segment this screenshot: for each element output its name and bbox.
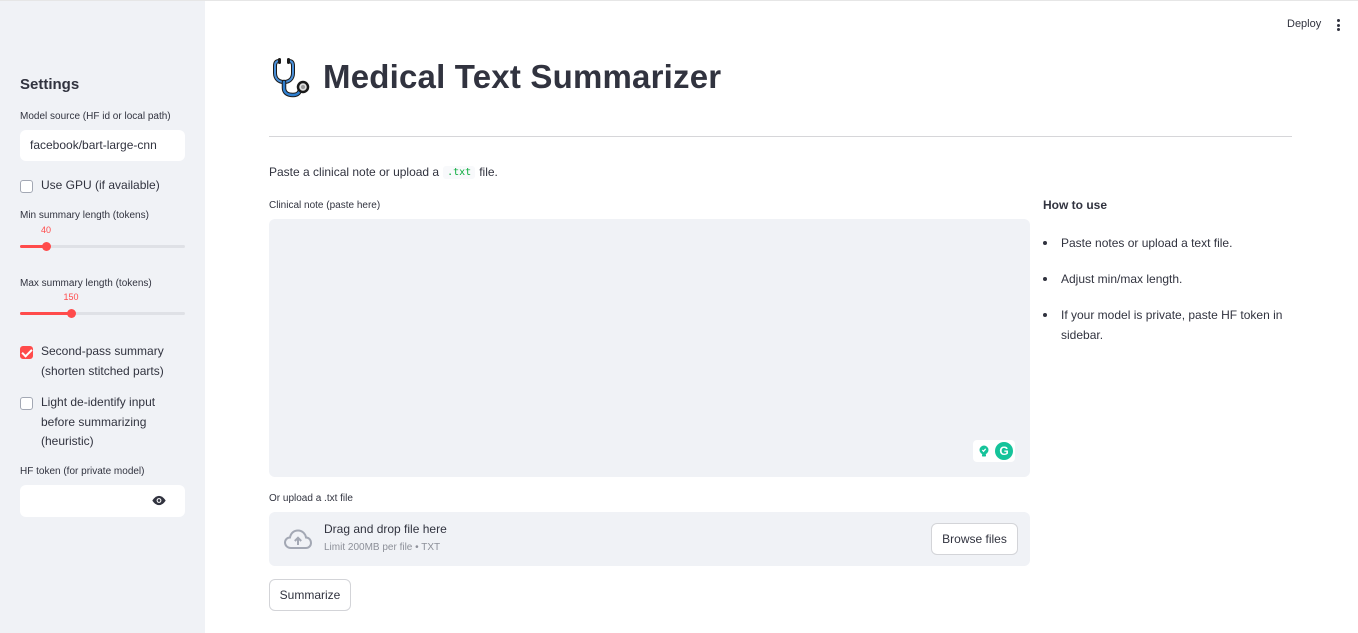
min-length-value: 40 — [40, 225, 52, 235]
file-dropzone[interactable]: Drag and drop file here Limit 200MB per … — [269, 512, 1030, 566]
max-length-thumb[interactable] — [67, 309, 76, 318]
grammarly-widget[interactable]: G — [973, 440, 1015, 462]
upload-label: Or upload a .txt file — [269, 493, 353, 504]
max-length-value: 150 — [63, 292, 79, 302]
grammarly-icon[interactable]: G — [995, 442, 1013, 460]
stethoscope-icon — [273, 58, 310, 98]
eye-icon[interactable] — [151, 495, 167, 506]
hf-token-label: HF token (for private model) — [20, 466, 145, 477]
summarize-button[interactable]: Summarize — [269, 579, 351, 611]
lightbulb-icon[interactable] — [975, 442, 993, 460]
clinical-note-textarea[interactable] — [269, 219, 1030, 477]
intro-code: .txt — [443, 165, 476, 179]
intro-text: Paste a clinical note or upload a .txt f… — [269, 165, 498, 179]
divider — [269, 136, 1292, 137]
deidentify-checkbox-box[interactable] — [20, 397, 33, 410]
browse-files-button[interactable]: Browse files — [931, 523, 1018, 555]
page-title: Medical Text Summarizer — [323, 58, 722, 95]
clinical-note-label: Clinical note (paste here) — [269, 200, 381, 211]
how-to-use-list: Paste notes or upload a text file. Adjus… — [1043, 233, 1293, 361]
deidentify-checkbox[interactable]: Light de-identify input before summarizi… — [20, 395, 165, 452]
list-item: Paste notes or upload a text file. — [1043, 233, 1293, 253]
max-length-label: Max summary length (tokens) — [20, 278, 152, 289]
sidebar-title: Settings — [20, 76, 80, 93]
min-length-thumb[interactable] — [42, 242, 51, 251]
more-vert-icon[interactable] — [1337, 19, 1343, 33]
use-gpu-checkbox-box[interactable] — [20, 180, 33, 193]
min-length-label: Min summary length (tokens) — [20, 210, 149, 221]
use-gpu-checkbox[interactable]: Use GPU (if available) — [20, 178, 190, 196]
model-source-label: Model source (HF id or local path) — [20, 111, 171, 122]
second-pass-label: Second-pass summary (shorten stitched pa… — [41, 344, 164, 378]
max-length-fill — [20, 312, 71, 315]
deploy-button[interactable]: Deploy — [1287, 18, 1321, 30]
use-gpu-label: Use GPU (if available) — [41, 178, 160, 192]
hf-token-input[interactable] — [20, 485, 185, 517]
min-length-slider[interactable]: 40 — [20, 225, 185, 252]
model-source-input[interactable]: facebook/bart-large-cnn — [20, 130, 185, 161]
intro-before: Paste a clinical note or upload a — [269, 165, 440, 179]
second-pass-checkbox-box[interactable] — [20, 346, 33, 359]
sidebar: Settings Model source (HF id or local pa… — [0, 1, 205, 633]
page-header: Medical Text Summarizer — [269, 55, 721, 99]
dropzone-text: Drag and drop file here — [324, 522, 447, 536]
how-to-use-title: How to use — [1043, 198, 1108, 212]
list-item: Adjust min/max length. — [1043, 269, 1293, 289]
max-length-slider[interactable]: 150 — [20, 292, 185, 319]
intro-after: file. — [479, 165, 498, 179]
dropzone-limit-text: Limit 200MB per file • TXT — [324, 542, 441, 553]
list-item: If your model is private, paste HF token… — [1043, 305, 1293, 345]
second-pass-checkbox[interactable]: Second-pass summary (shorten stitched pa… — [20, 344, 190, 381]
cloud-upload-icon — [283, 529, 313, 549]
deidentify-label: Light de-identify input before summarizi… — [41, 395, 156, 448]
